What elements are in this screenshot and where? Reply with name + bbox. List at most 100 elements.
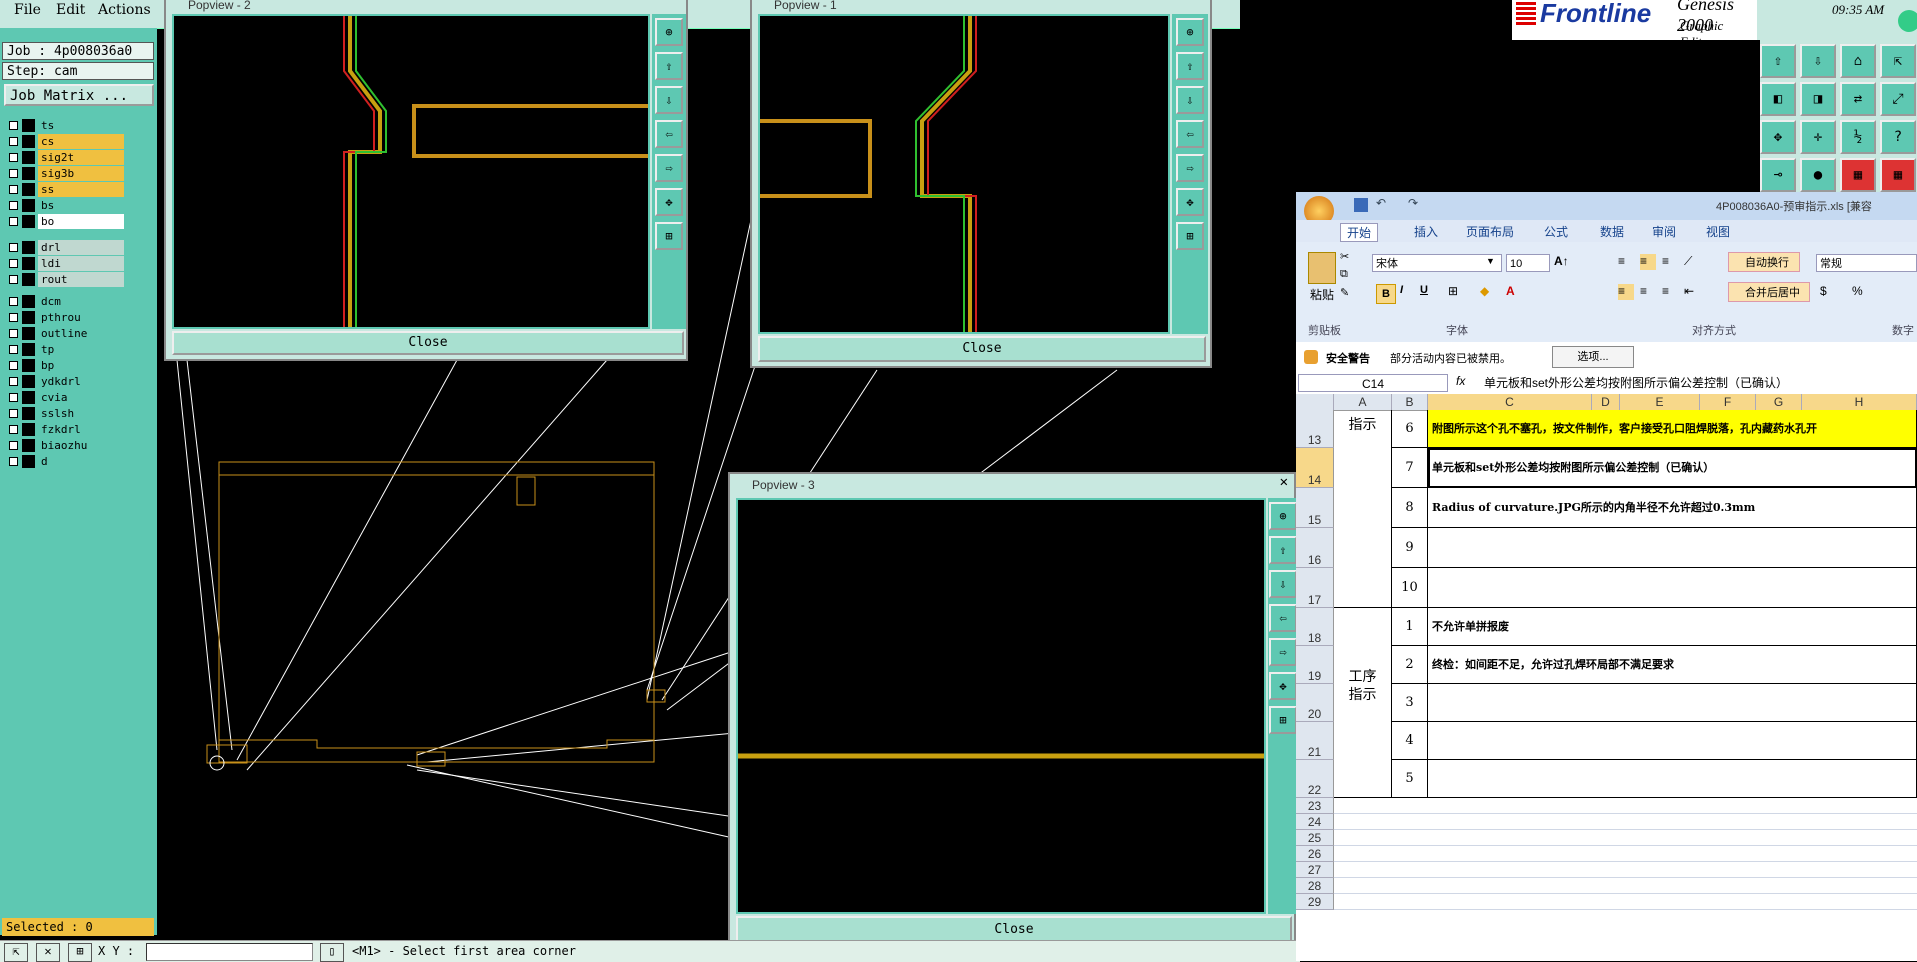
tab-view[interactable]: 视图 (1706, 223, 1730, 240)
toolbar-stop-icon[interactable]: ▦ (1880, 158, 1916, 192)
layer-color-swatch[interactable] (22, 295, 35, 308)
paste-icon[interactable] (1308, 252, 1336, 284)
layer-color-swatch[interactable] (22, 257, 35, 270)
borders-icon[interactable]: ⊞ (1448, 284, 1458, 298)
popview-3-left-icon[interactable]: ⇦ (1269, 604, 1297, 632)
popview-1-down-icon[interactable]: ⇩ (1176, 86, 1204, 114)
layer-name[interactable]: ldi (38, 256, 124, 271)
wrap-text-button[interactable]: 自动换行 (1728, 252, 1800, 272)
popview-3-close-icon[interactable]: ✕ (1280, 474, 1288, 490)
popview-2-zoom-in-icon[interactable]: ⊕ (655, 18, 683, 46)
toolbar-home-icon[interactable]: ⌂ (1840, 44, 1876, 78)
item-number-cell[interactable]: 2 (1392, 646, 1428, 684)
popview-2-canvas[interactable] (172, 14, 650, 329)
toolbar-pan-icon[interactable]: ✛ (1800, 120, 1836, 154)
popview-1-up-icon[interactable]: ⇧ (1176, 52, 1204, 80)
group-label-cell[interactable]: 指示 (1334, 410, 1392, 608)
popview-3-zoom-in-icon[interactable]: ⊕ (1269, 502, 1297, 530)
layer-checkbox[interactable] (9, 185, 18, 194)
redo-icon[interactable]: ↷ (1408, 196, 1418, 210)
popview-2-left-icon[interactable]: ⇦ (655, 120, 683, 148)
percent-icon[interactable]: % (1852, 284, 1863, 298)
align-left-icon[interactable]: ≡ (1618, 284, 1634, 300)
row-header[interactable]: 21 (1296, 722, 1334, 760)
layer-color-swatch[interactable] (22, 215, 35, 228)
column-header[interactable]: C (1428, 394, 1592, 410)
item-number-cell[interactable]: 10 (1392, 568, 1428, 608)
instruction-cell[interactable]: 单元板和set外形公差均按附图所示偏公差控制（已确认） (1428, 448, 1917, 488)
menu-edit[interactable]: Edit (56, 2, 85, 18)
layer-row[interactable]: tp (6, 342, 124, 357)
layer-color-swatch[interactable] (22, 407, 35, 420)
toolbar-help-icon[interactable]: ? (1880, 120, 1916, 154)
layer-checkbox[interactable] (9, 329, 18, 338)
grow-font-icon[interactable]: A↑ (1554, 254, 1569, 268)
copy-icon[interactable]: ⧉ (1340, 268, 1348, 281)
column-header[interactable]: F (1700, 394, 1756, 410)
layer-color-swatch[interactable] (22, 151, 35, 164)
popview-3-down-icon[interactable]: ⇩ (1269, 570, 1297, 598)
undo-icon[interactable]: ↶ (1376, 196, 1386, 210)
layer-color-swatch[interactable] (22, 135, 35, 148)
italic-button[interactable]: I (1400, 284, 1403, 296)
row-header[interactable]: 17 (1296, 568, 1334, 608)
layer-name[interactable]: bp (38, 358, 124, 373)
layer-color-swatch[interactable] (22, 167, 35, 180)
instruction-cell[interactable] (1428, 684, 1917, 722)
menu-help[interactable]: Help (1455, 2, 1489, 18)
layer-color-swatch[interactable] (22, 391, 35, 404)
layer-row[interactable]: cs (6, 134, 124, 149)
layer-color-swatch[interactable] (22, 343, 35, 356)
layer-row[interactable]: bp (6, 358, 124, 373)
layer-name[interactable]: ts (38, 118, 124, 133)
layer-checkbox[interactable] (9, 169, 18, 178)
layer-row[interactable]: sig3b (6, 166, 124, 181)
layer-name[interactable]: sslsh (38, 406, 124, 421)
popview-2-up-icon[interactable]: ⇧ (655, 52, 683, 80)
row-header[interactable]: 25 (1296, 830, 1334, 846)
select-tool-icon[interactable]: ⇱ (4, 943, 28, 962)
layer-color-swatch[interactable] (22, 423, 35, 436)
layer-row[interactable]: dcm (6, 294, 124, 309)
layer-row[interactable]: drl (6, 240, 124, 255)
layer-name[interactable]: d (38, 454, 124, 469)
name-box[interactable]: C14 (1298, 374, 1448, 392)
toolbar-probe-icon[interactable]: ● (1800, 158, 1836, 192)
layer-row[interactable]: bs (6, 198, 124, 213)
layer-color-swatch[interactable] (22, 199, 35, 212)
orientation-icon[interactable]: ⟋ (1684, 254, 1692, 269)
menu-actions[interactable]: Actions (98, 2, 151, 18)
layer-color-swatch[interactable] (22, 359, 35, 372)
column-header[interactable]: H (1802, 394, 1917, 410)
indent-icon[interactable]: ⇤ (1684, 284, 1694, 298)
layer-row[interactable]: sslsh (6, 406, 124, 421)
layer-name[interactable]: bo (38, 214, 124, 229)
item-number-cell[interactable]: 7 (1392, 448, 1428, 488)
menu-file[interactable]: File (14, 2, 41, 18)
row-header[interactable]: 20 (1296, 684, 1334, 722)
toolbar-fit-icon[interactable]: ⇱ (1880, 44, 1916, 78)
popview-2-center-icon[interactable]: ⊞ (655, 222, 683, 250)
xy-input[interactable] (146, 943, 313, 961)
toolbar-open-icon[interactable]: ⇧ (1760, 44, 1796, 78)
font-name-chevron-down-icon[interactable]: ▼ (1486, 256, 1495, 266)
layer-name[interactable]: dcm (38, 294, 124, 309)
layer-row[interactable]: ydkdrl (6, 374, 124, 389)
layer-checkbox[interactable] (9, 243, 18, 252)
layer-name[interactable]: pthrou (38, 310, 124, 325)
popview-2-fit-icon[interactable]: ✥ (655, 188, 683, 216)
toolbar-save-icon[interactable]: ⇩ (1800, 44, 1836, 78)
instruction-cell[interactable]: 终检：如间距不足，允许过孔焊环局部不满足要求 (1428, 646, 1917, 684)
align-center-icon[interactable]: ≡ (1640, 284, 1647, 298)
layer-name[interactable]: fzkdrl (38, 422, 124, 437)
layer-checkbox[interactable] (9, 441, 18, 450)
layer-row[interactable]: rout (6, 272, 124, 287)
layer-color-swatch[interactable] (22, 455, 35, 468)
layer-checkbox[interactable] (9, 259, 18, 268)
layer-color-swatch[interactable] (22, 439, 35, 452)
layer-row[interactable]: ldi (6, 256, 124, 271)
row-header[interactable]: 13 (1296, 410, 1334, 448)
align-right-icon[interactable]: ≡ (1662, 284, 1669, 298)
layer-color-swatch[interactable] (22, 119, 35, 132)
toolbar-arrow-icon[interactable]: ⇄ (1840, 82, 1876, 116)
